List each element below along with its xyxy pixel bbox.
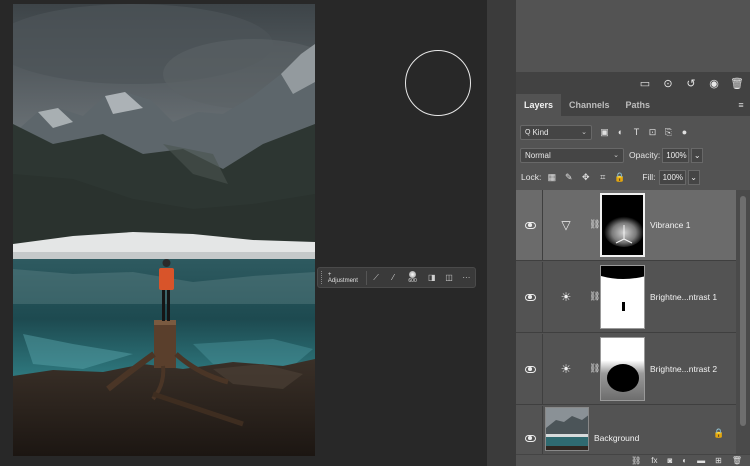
document-from-state-icon[interactable]: ⊙ [661, 77, 675, 90]
brightness-mask-1-preview [601, 266, 644, 328]
layer-separator [542, 334, 543, 404]
fx-icon[interactable]: fx [651, 456, 657, 465]
adjustment-icon[interactable]: ◐ [682, 456, 687, 465]
visibility-eye-icon[interactable] [524, 363, 536, 375]
layers-scrollbar[interactable] [736, 190, 750, 454]
layer-separator [542, 190, 543, 260]
layer-separator [542, 262, 543, 332]
fill-chevron-icon[interactable]: ⌄ [687, 169, 700, 185]
layer-row-background[interactable]: Background 🔒 [516, 406, 736, 454]
contextual-task-bar[interactable]: + Adjustment ⟋ ⁄ 600 ◨ ◫ ··· [317, 267, 476, 288]
brush-preview-icon [409, 271, 417, 278]
panel-divider[interactable] [487, 0, 516, 466]
layer-row-vibrance-1[interactable]: ▽ ⛓ Vibrance 1 [516, 190, 736, 261]
brightness-contrast-icon: ☀ [560, 290, 572, 304]
link-icon[interactable]: ⛓ [631, 456, 641, 465]
fill-label: Fill: [642, 172, 656, 182]
chain-link-icon[interactable]: ⛓ [589, 219, 600, 231]
tab-paths[interactable]: Paths [618, 94, 659, 116]
new-snapshot-icon[interactable]: ▭ [638, 77, 652, 90]
layer-mask-thumbnail[interactable] [600, 337, 645, 401]
chain-link-icon[interactable]: ⛓ [589, 363, 600, 375]
lock-label: Lock: [521, 172, 542, 182]
brush-size-value: 600 [408, 278, 417, 284]
layer-name[interactable]: Brightne...ntrast 2 [650, 364, 717, 374]
chevron-down-icon: ⌄ [581, 129, 587, 136]
canvas-area[interactable]: + Adjustment ⟋ ⁄ 600 ◨ ◫ ··· [0, 0, 487, 466]
layer-mask-thumbnail[interactable] [600, 193, 645, 257]
opacity-chevron-icon[interactable]: ⌄ [691, 147, 704, 163]
layer-row-brightness-contrast-2[interactable]: ☀ ⛓ Brightne...ntrast 2 [516, 334, 736, 405]
blend-mode-value: Normal [525, 150, 551, 160]
layers-bottom-bar: ⛓ fx ◙ ◐ ▬ ⊞ 🗑 [516, 454, 750, 466]
background-thumbnail-preview [546, 408, 588, 450]
right-panel: ▭ ⊙ ↺ ◉ 🗑 Layers Channels Paths ≡ Q Kind… [516, 0, 750, 466]
visibility-eye-icon[interactable] [524, 219, 536, 231]
lake-mountain-photo [13, 4, 315, 456]
brightness-contrast-icon: ☀ [560, 362, 572, 376]
tab-channels[interactable]: Channels [561, 94, 618, 116]
history-toolbar: ▭ ⊙ ↺ ◉ 🗑 [516, 72, 750, 94]
lock-fill-row: Lock: ▦ ✎ ✥ ⌗ 🔒 Fill: 100% ⌄ [516, 166, 750, 188]
magic-wand-icon[interactable]: ⁄ [385, 268, 402, 287]
scrollbar-thumb[interactable] [740, 196, 746, 426]
filter-toggle-icon[interactable]: ● [678, 126, 691, 139]
blend-mode-dropdown[interactable]: Normal ⌄ [520, 147, 624, 163]
trash-icon[interactable]: 🗑 [732, 456, 742, 465]
brightness-mask-2-preview [601, 338, 644, 400]
panel-menu-icon[interactable]: ≡ [732, 94, 750, 116]
lock-transparent-icon[interactable]: ▦ [545, 171, 558, 184]
layer-filter-row: Q Kind ⌄ ▣ ◐ T ⊡ ⎘ ● [516, 121, 750, 143]
filter-pixel-icon[interactable]: ▣ [598, 126, 611, 139]
document-image[interactable] [13, 4, 315, 456]
opacity-field[interactable]: 100% [662, 147, 690, 163]
undo-icon[interactable]: ↺ [684, 77, 698, 90]
invert-mask-icon[interactable]: ◫ [440, 268, 457, 287]
filter-kind-dropdown[interactable]: Q Kind ⌄ [520, 124, 592, 140]
visibility-icon[interactable]: ◉ [707, 77, 721, 90]
filter-shape-icon[interactable]: ⊡ [646, 126, 659, 139]
layer-separator [542, 406, 543, 454]
layer-lock-icon[interactable]: 🔒 [713, 428, 724, 439]
filter-kind-label: Kind [532, 127, 549, 137]
tab-layers[interactable]: Layers [516, 94, 562, 116]
more-options-button[interactable]: ··· [458, 268, 475, 287]
filter-type-icon[interactable]: T [630, 126, 643, 139]
layer-name[interactable]: Brightne...ntrast 1 [650, 292, 717, 302]
fill-field[interactable]: 100% [658, 169, 686, 185]
brush-size-control[interactable]: 600 [402, 268, 423, 287]
layer-row-brightness-contrast-1[interactable]: ☀ ⛓ Brightne...ntrast 1 [516, 262, 736, 333]
layer-mask-thumbnail[interactable] [600, 265, 645, 329]
layer-name[interactable]: Vibrance 1 [650, 220, 690, 230]
vibrance-mask-preview [602, 195, 643, 255]
chain-link-icon[interactable]: ⛓ [589, 291, 600, 303]
background-thumbnail[interactable] [545, 407, 589, 451]
trash-icon[interactable]: 🗑 [730, 77, 744, 90]
chevron-down-icon: ⌄ [613, 152, 619, 159]
history-panel-area [516, 0, 750, 72]
filter-search-icon: Q [525, 128, 531, 136]
group-icon[interactable]: ▬ [697, 456, 705, 465]
layers-panel-tabs: Layers Channels Paths ≡ [516, 94, 750, 116]
layers-list: ▽ ⛓ Vibrance 1 ☀ ⛓ Brightne...ntrast 1 ☀… [516, 190, 736, 454]
mask-icon[interactable]: ◙ [667, 456, 672, 465]
new-layer-icon[interactable]: ⊞ [715, 456, 722, 465]
blend-opacity-row: Normal ⌄ Opacity: 100% ⌄ [516, 144, 750, 166]
visibility-eye-icon[interactable] [524, 432, 536, 444]
mask-icon[interactable]: ◨ [423, 268, 440, 287]
filter-adjustment-icon[interactable]: ◐ [614, 126, 627, 139]
opacity-label: Opacity: [629, 150, 661, 160]
brush-cursor [405, 50, 471, 116]
add-adjustment-button[interactable]: + Adjustment [324, 270, 368, 285]
lock-all-icon[interactable]: 🔒 [613, 171, 626, 184]
layer-name[interactable]: Background [594, 433, 639, 443]
visibility-eye-icon[interactable] [524, 291, 536, 303]
vibrance-icon: ▽ [561, 218, 571, 232]
filter-smart-object-icon[interactable]: ⎘ [662, 126, 675, 139]
lock-artboard-icon[interactable]: ⌗ [596, 171, 609, 184]
lock-image-icon[interactable]: ✎ [562, 171, 575, 184]
brush-tool-icon[interactable]: ⟋ [367, 268, 384, 287]
lock-position-icon[interactable]: ✥ [579, 171, 592, 184]
